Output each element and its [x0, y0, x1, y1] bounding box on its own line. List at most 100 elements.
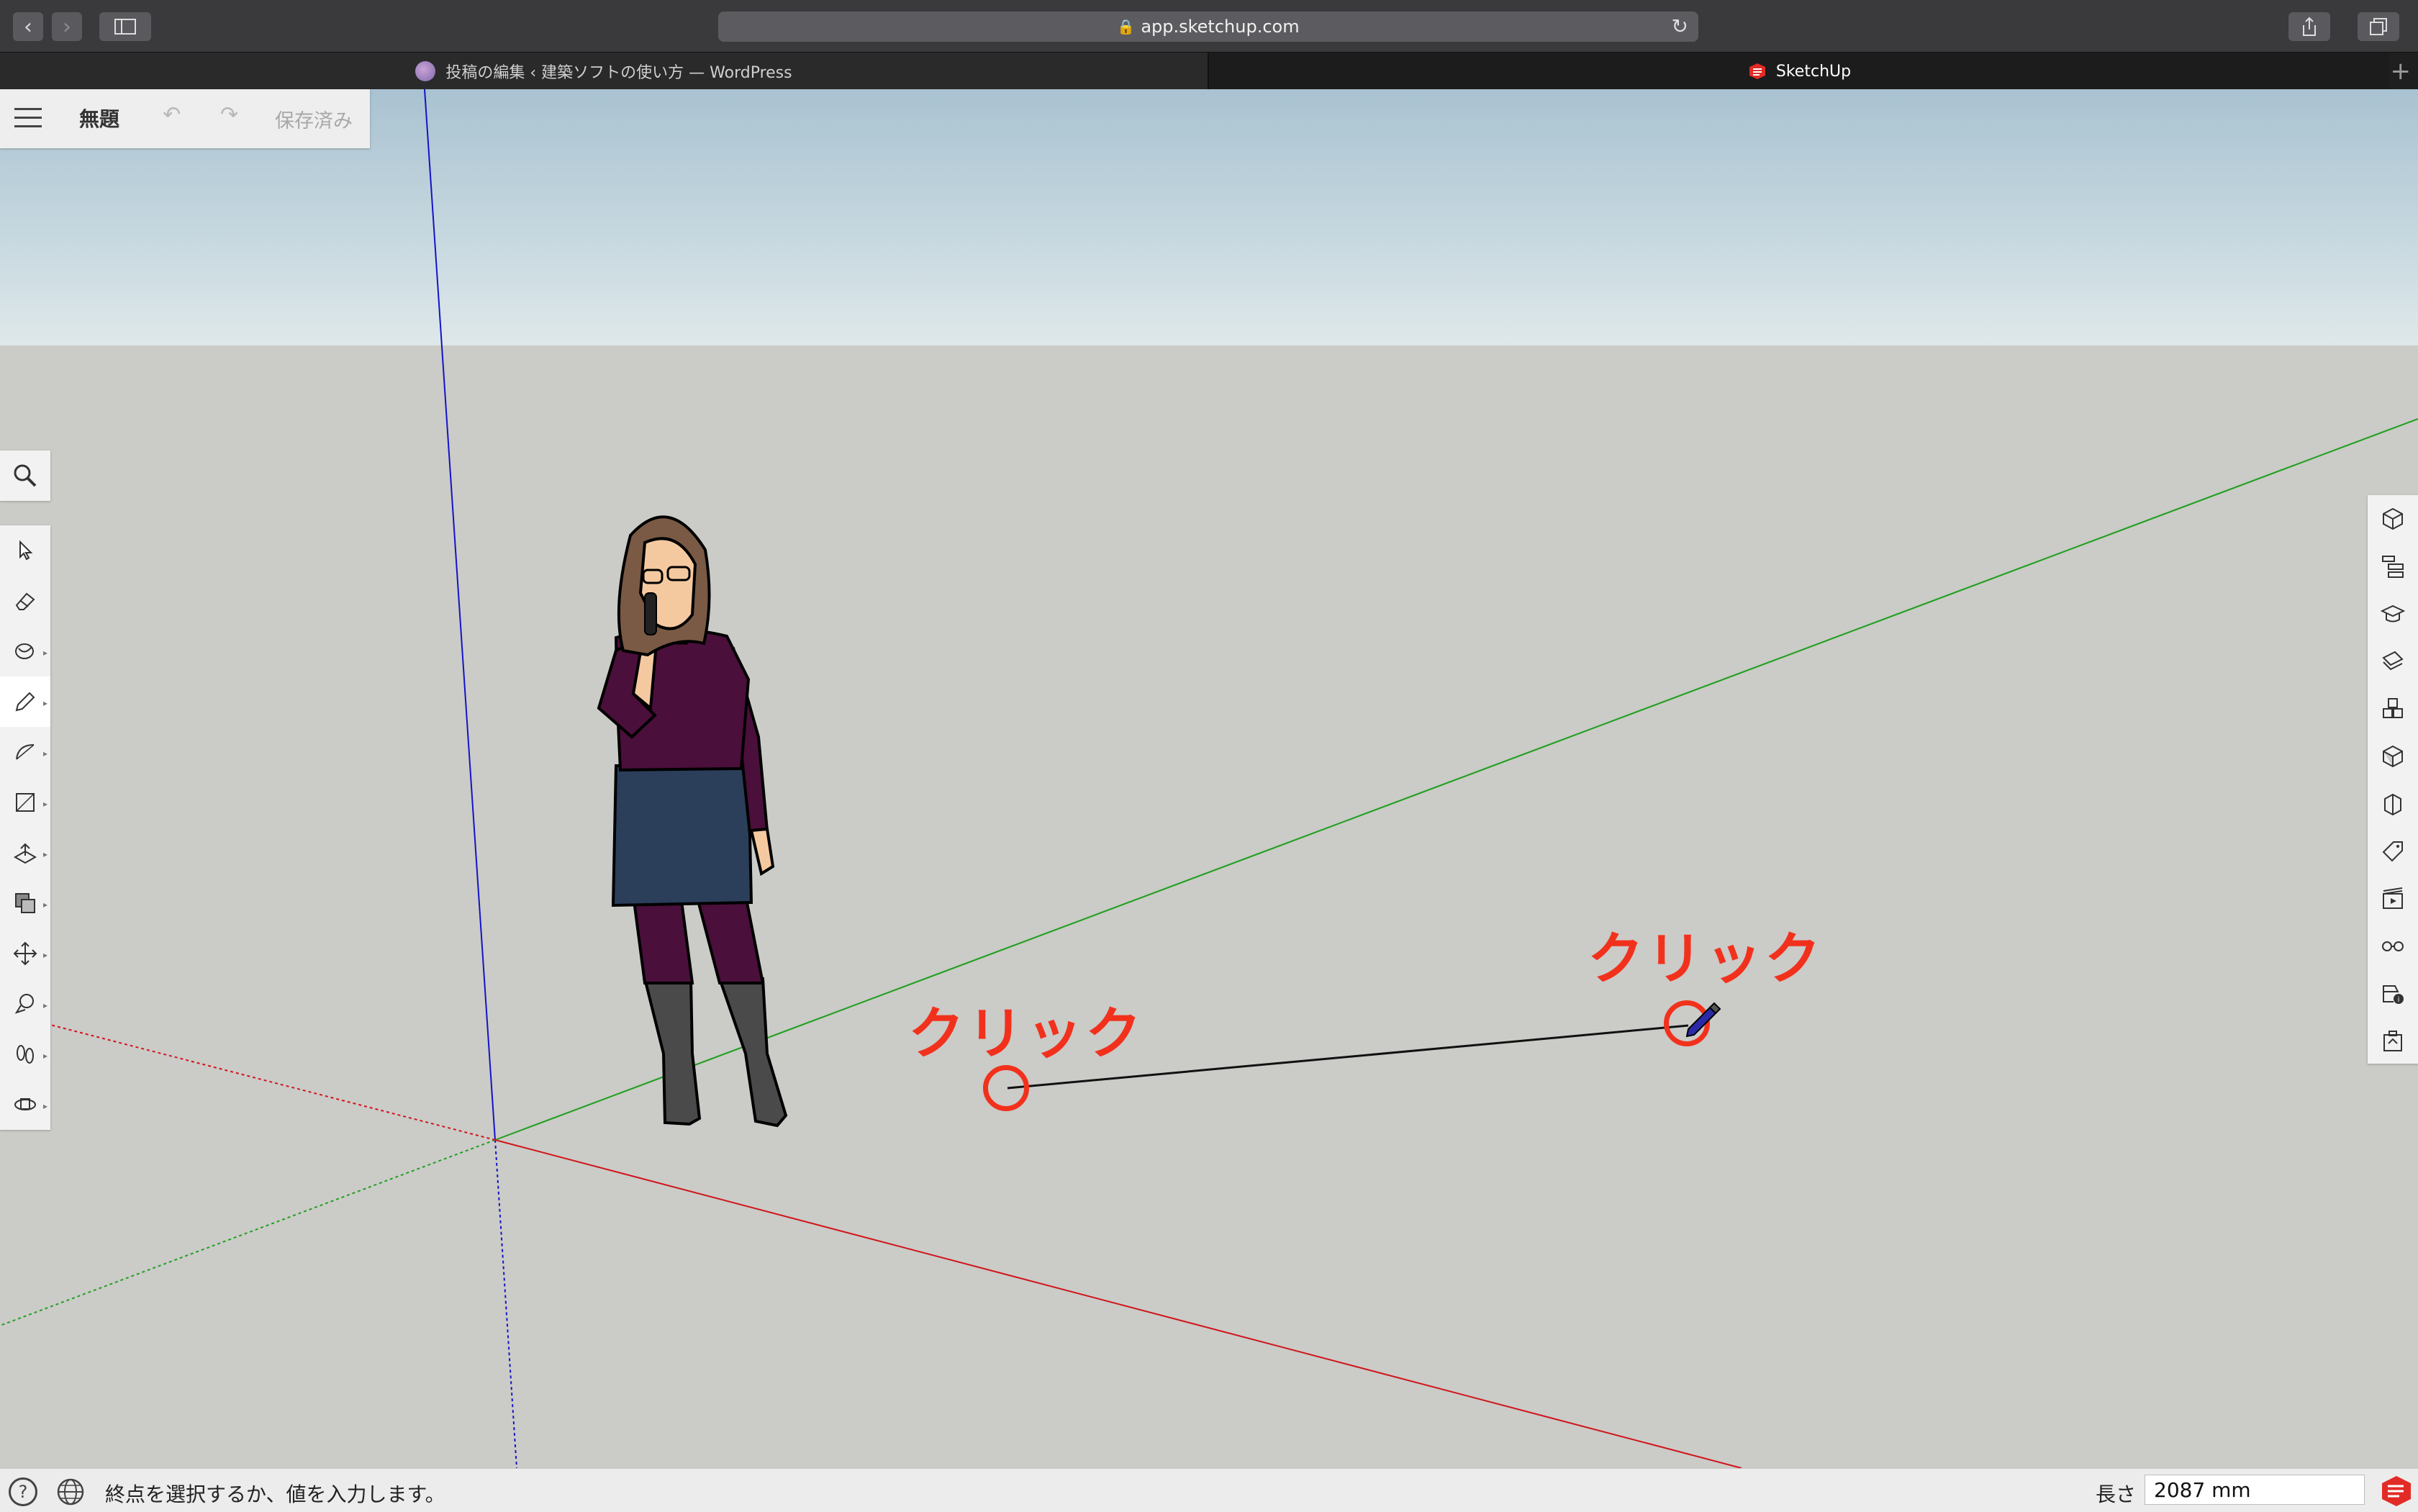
blue-axis: [424, 89, 496, 1141]
reload-icon[interactable]: ↻: [1672, 14, 1688, 38]
push-pull-tool[interactable]: ▸: [0, 828, 50, 878]
pencil-icon: [15, 692, 35, 712]
components-icon: [2383, 698, 2403, 718]
back-button[interactable]: ‹: [13, 12, 43, 41]
tags-button[interactable]: [2368, 828, 2418, 875]
solid-tools-icon: [2383, 745, 2403, 768]
push-pull-icon: [13, 843, 37, 864]
new-tab-button[interactable]: +: [2391, 57, 2412, 86]
forward-button[interactable]: ›: [52, 12, 82, 41]
lock-icon: 🔒: [1117, 18, 1136, 35]
components-button[interactable]: [2368, 685, 2418, 733]
pencil-cursor-icon: [1685, 1002, 1721, 1038]
share-button[interactable]: [2288, 12, 2330, 41]
scenes-icon: [2383, 887, 2403, 909]
walk-tool[interactable]: ▸: [0, 1029, 50, 1079]
rectangle-tool[interactable]: ▸: [0, 777, 50, 828]
click-start-marker: [983, 1065, 1029, 1111]
outliner-icon: [2382, 556, 2404, 578]
entity-info-button[interactable]: [2368, 495, 2418, 543]
file-panel: 無題 ↶ ↷ 保存済み: [0, 89, 370, 148]
model-viewport[interactable]: クリック クリック: [0, 89, 2418, 1468]
pencil-tool[interactable]: ▸: [0, 676, 50, 727]
orbit-icon: [14, 1098, 36, 1110]
tab-label: SketchUp: [1775, 62, 1852, 81]
materials-button[interactable]: [2368, 638, 2418, 685]
wordpress-favicon-icon: [415, 61, 436, 81]
measurements-label: 長さ: [2096, 1482, 2137, 1506]
glasses-icon: [2382, 941, 2404, 951]
eraser-tool[interactable]: [0, 576, 50, 626]
sketchup-favicon-icon: [1749, 63, 1765, 79]
globe-icon[interactable]: [56, 1477, 85, 1506]
blue-axis-negative: [494, 1139, 517, 1468]
tabs-icon: [2370, 18, 2387, 35]
instructor-icon: [2381, 605, 2405, 623]
offset-icon: [15, 893, 35, 913]
save-status: 保存済み: [275, 110, 353, 132]
help-icon[interactable]: ?: [9, 1477, 37, 1506]
status-hint: 終点を選択するか、値を入力します。: [105, 1482, 445, 1506]
tape-measure-icon: [14, 994, 34, 1014]
hamburger-menu-icon[interactable]: [14, 108, 42, 130]
status-bar: ? 終点を選択するか、値を入力します。 長さ 2087 mm: [0, 1468, 2418, 1512]
tab-label: 投稿の編集 ‹ 建築ソフトの使い方 — WordPress: [445, 64, 792, 82]
sketchup-logo-icon: [2382, 1476, 2411, 1506]
red-axis: [494, 1139, 1742, 1468]
move-tool[interactable]: ▸: [0, 928, 50, 979]
scale-figure: [597, 515, 788, 1128]
undo-icon[interactable]: ↶: [163, 102, 181, 127]
display-button[interactable]: [2368, 923, 2418, 970]
entity-info-icon: [2383, 507, 2403, 530]
svg-text:i: i: [2398, 996, 2400, 1004]
url-text: app.sketchup.com: [1141, 17, 1300, 37]
address-bar[interactable]: 🔒 app.sketchup.com ↻: [718, 12, 1698, 42]
sidebar-icon: [114, 19, 136, 35]
offset-tool[interactable]: ▸: [0, 878, 50, 928]
extension-icon: [2383, 1031, 2402, 1051]
redo-icon[interactable]: ↷: [220, 102, 238, 127]
green-axis-negative: [0, 1139, 496, 1326]
left-toolbar: ▸ ▸ ▸ ▸ ▸ ▸ ▸ ▸ ▸ ▸: [0, 525, 50, 1130]
paint-bucket-tool[interactable]: ▸: [0, 626, 50, 676]
scenes-button[interactable]: [2368, 875, 2418, 923]
measurements-input[interactable]: 2087 mm: [2145, 1475, 2365, 1505]
tab-wordpress[interactable]: 投稿の編集 ‹ 建築ソフトの使い方 — WordPress: [0, 53, 1209, 90]
arc-icon: [16, 744, 35, 760]
click-start-label: クリック: [908, 1002, 1145, 1067]
tab-overview-button[interactable]: [2358, 12, 2399, 41]
move-icon: [13, 941, 37, 966]
arc-tool[interactable]: ▸: [0, 727, 50, 777]
browser-toolbar: ‹ › 🔒 app.sketchup.com ↻: [0, 0, 2418, 52]
eraser-icon: [15, 592, 35, 610]
share-icon: [2303, 17, 2316, 36]
outliner-button[interactable]: [2368, 543, 2418, 590]
green-axis: [494, 418, 2418, 1141]
click-end-label: クリック: [1588, 927, 1824, 992]
document-title[interactable]: 無題: [79, 104, 119, 132]
tab-sketchup[interactable]: SketchUp: [1209, 53, 2389, 90]
paint-bucket-icon: [15, 643, 34, 659]
tape-measure-tool[interactable]: ▸: [0, 979, 50, 1029]
solid-tools-button[interactable]: [2368, 733, 2418, 780]
rectangle-icon: [16, 793, 35, 812]
select-tool[interactable]: [0, 525, 50, 576]
walk-icon: [17, 1045, 34, 1064]
tags-icon: [2382, 841, 2403, 862]
instructor-button[interactable]: [2368, 590, 2418, 638]
extension-button[interactable]: [2368, 1018, 2418, 1065]
model-info-icon: i: [2383, 985, 2404, 1004]
orbit-tool[interactable]: ▸: [0, 1079, 50, 1130]
model-info-button[interactable]: i: [2368, 970, 2418, 1018]
styles-icon: [2384, 793, 2401, 816]
sidebar-toggle-button[interactable]: [99, 12, 151, 41]
search-tool-button[interactable]: [0, 451, 50, 501]
right-panel-toolbar: i: [2368, 495, 2418, 1064]
materials-icon: [2382, 651, 2404, 671]
search-icon: [14, 464, 37, 487]
red-axis-negative: [50, 1024, 496, 1141]
scene-canvas[interactable]: [0, 89, 2418, 1468]
tab-bar: 投稿の編集 ‹ 建築ソフトの使い方 — WordPress SketchUp +: [0, 52, 2418, 90]
select-icon: [19, 540, 33, 561]
styles-button[interactable]: [2368, 780, 2418, 828]
